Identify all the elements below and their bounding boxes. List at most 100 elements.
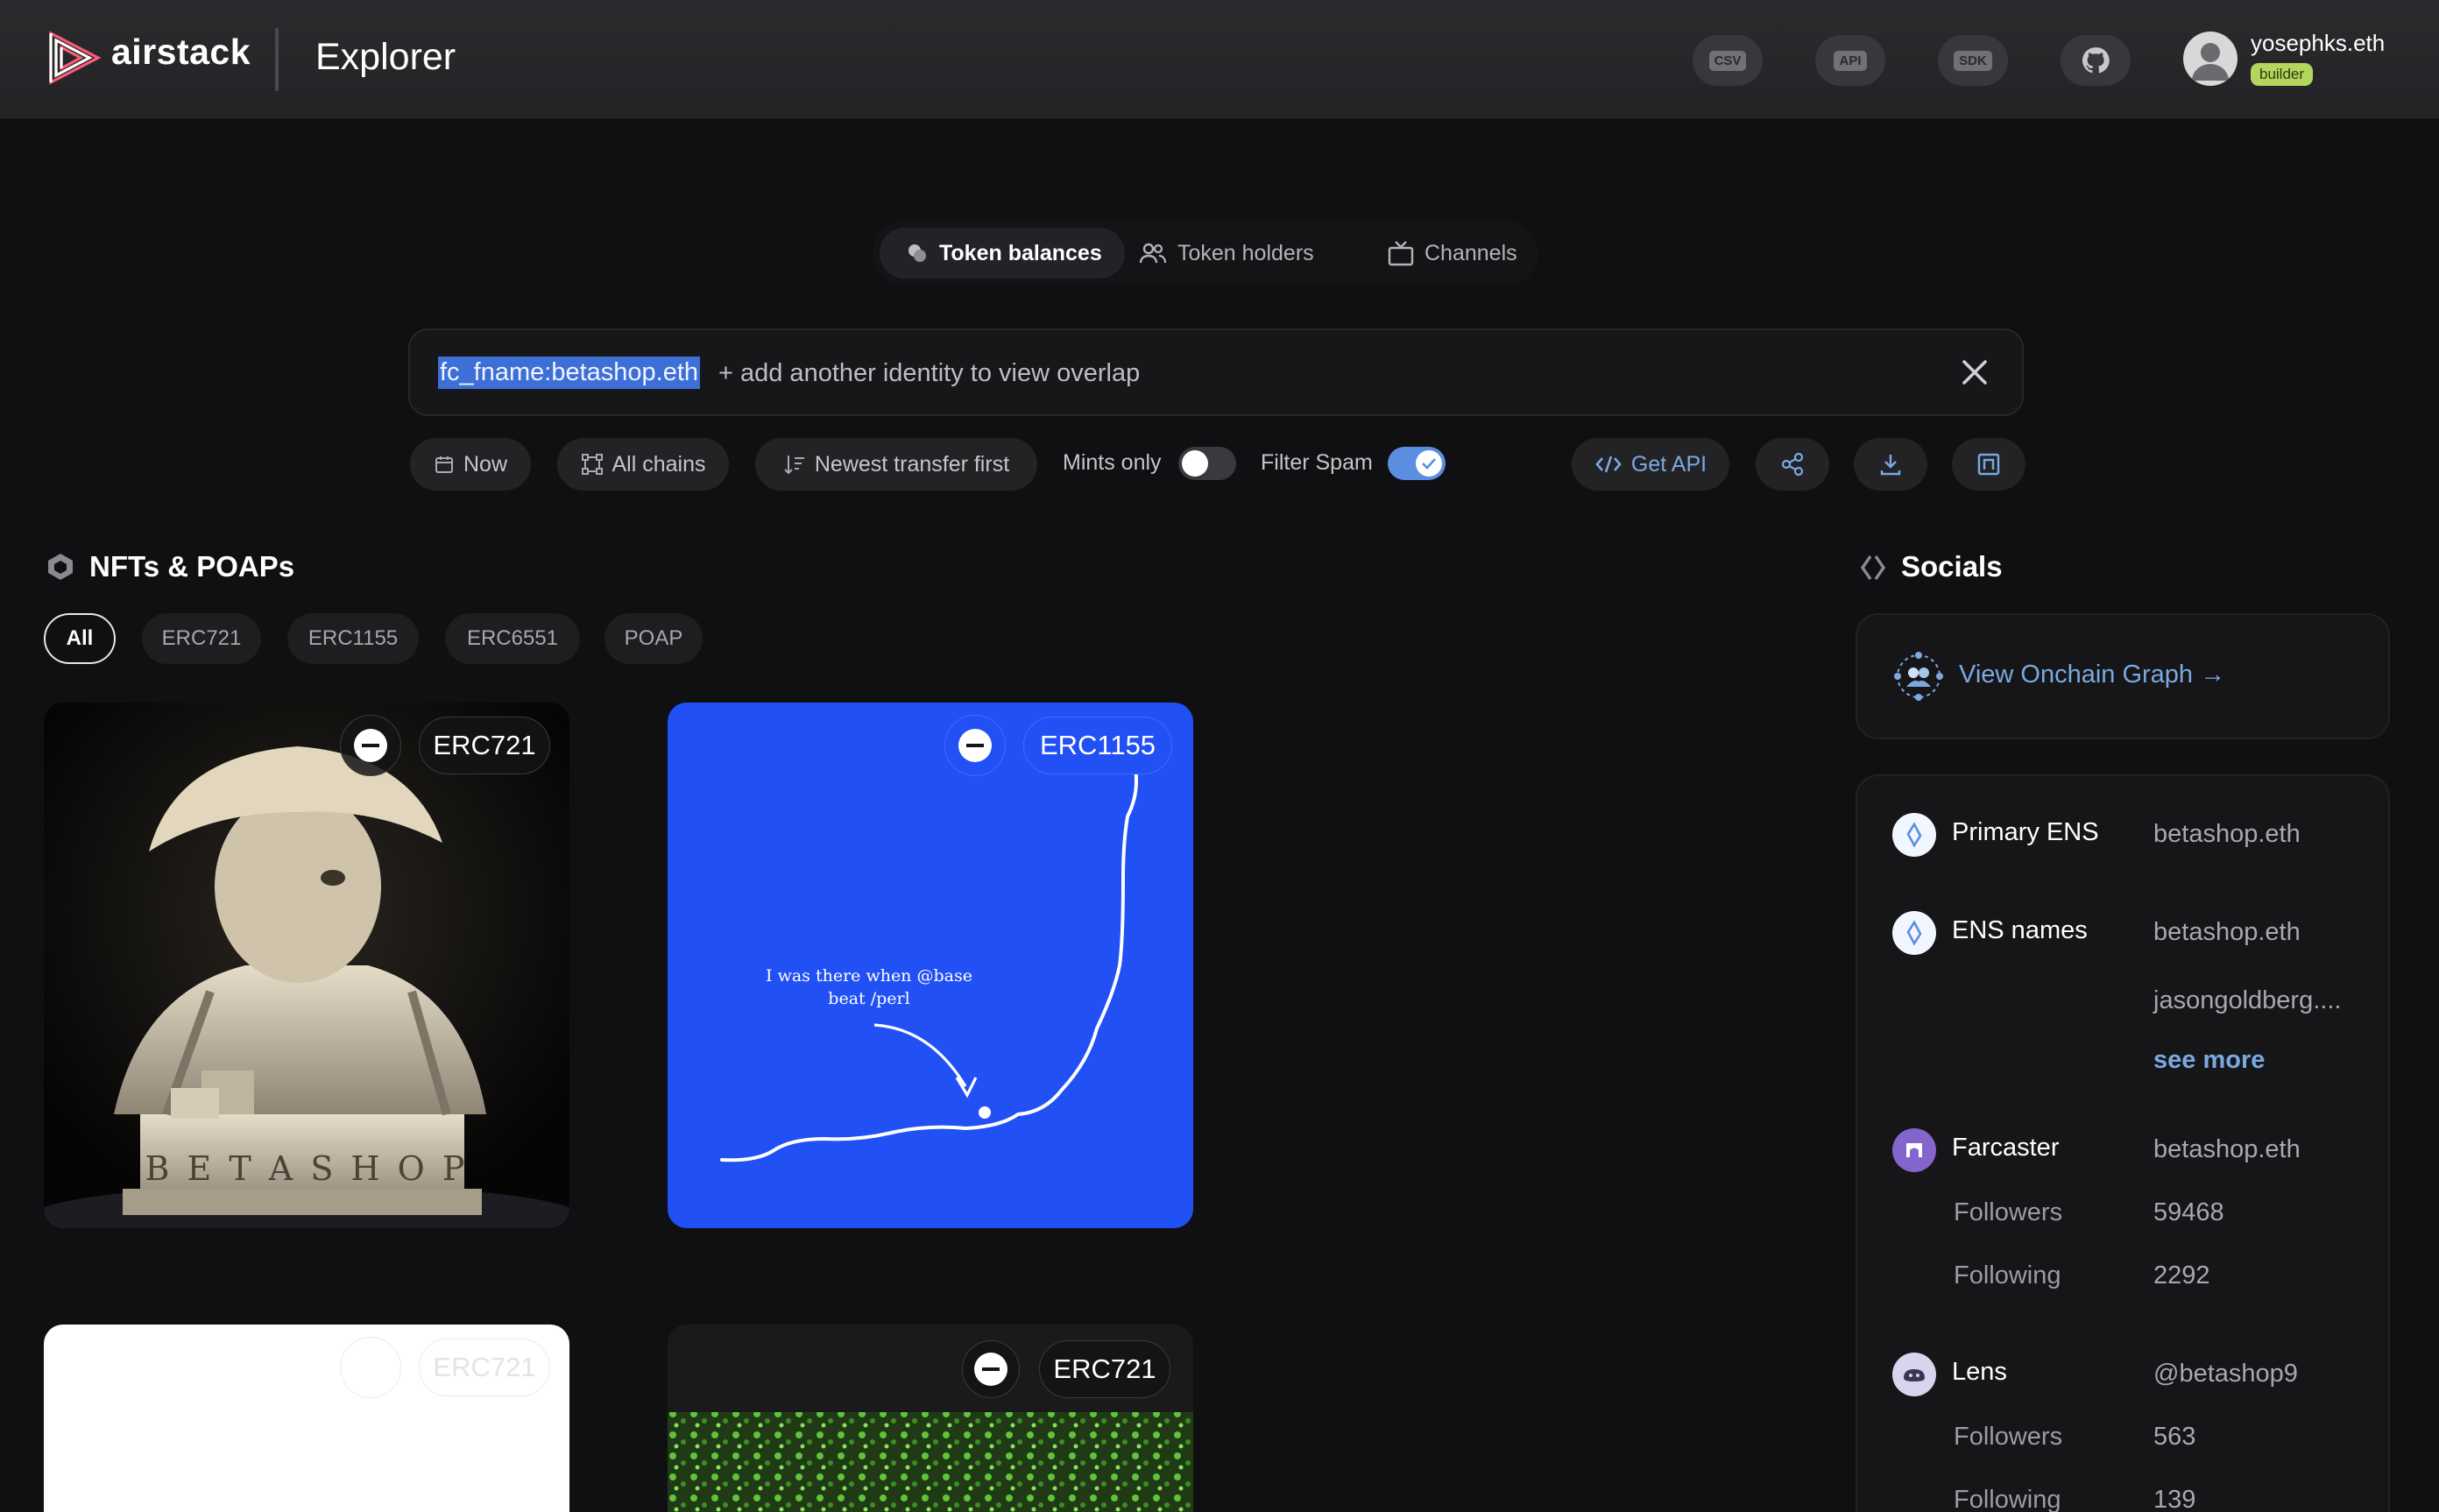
chains-filter-button[interactable]: All chains: [557, 438, 729, 491]
minus-icon: [958, 729, 992, 762]
selected-identity[interactable]: fc_fname:betashop.eth: [438, 357, 701, 389]
view-onchain-graph-link[interactable]: View Onchain Graph →: [1959, 661, 2225, 689]
tab-label: Token balances: [939, 240, 1102, 265]
user-avatar-icon: [2192, 43, 2229, 81]
close-icon[interactable]: [1957, 355, 1992, 390]
username[interactable]: yosephks.eth: [2251, 30, 2385, 57]
tab-label: Token holders: [1177, 240, 1314, 265]
sdk-button[interactable]: SDK: [1938, 35, 2008, 86]
image-text: I was there when @base: [766, 966, 972, 986]
time-filter-label: Now: [463, 451, 507, 477]
download-button[interactable]: [1854, 438, 1927, 491]
ens-names-label: ENS names: [1952, 916, 2088, 944]
nft-card[interactable]: ERC721: [668, 1325, 1193, 1512]
hide-nft-button[interactable]: [340, 1337, 401, 1398]
tab-token-holders[interactable]: Token holders: [1139, 228, 1314, 279]
minus-icon: [354, 729, 387, 762]
api-label: API: [1834, 50, 1867, 71]
farcaster-following-label: Following: [1954, 1261, 2061, 1289]
sdk-label: SDK: [1954, 50, 1992, 71]
csv-label: CSV: [1708, 50, 1747, 71]
primary-ens-value[interactable]: betashop.eth: [2153, 820, 2301, 849]
check-icon: [1422, 458, 1436, 470]
farcaster-value[interactable]: betashop.eth: [2153, 1135, 2301, 1164]
mints-only-label: Mints only: [1063, 450, 1162, 475]
farcaster-following-count[interactable]: 2292: [2153, 1261, 2210, 1290]
identity-search-bar[interactable]: fc_fname:betashop.eth + add another iden…: [408, 329, 2024, 416]
ens-icon: [1892, 911, 1936, 955]
sort-label: Newest transfer first: [814, 451, 1010, 477]
lens-followers-label: Followers: [1954, 1423, 2063, 1451]
ens-icon: [1892, 813, 1936, 857]
image-text: B E T A S H O P: [145, 1149, 469, 1188]
lens-following-count[interactable]: 139: [2153, 1486, 2195, 1512]
primary-ens-label: Primary ENS: [1952, 818, 2099, 846]
nfts-section-title: NFTs & POAPs: [89, 550, 295, 583]
lens-followers-count[interactable]: 563: [2153, 1423, 2195, 1452]
github-button[interactable]: [2061, 35, 2131, 86]
ens-name-item[interactable]: jasongoldberg....: [2153, 986, 2341, 1015]
frame-icon: [1977, 453, 2000, 476]
tab-channels[interactable]: Channels: [1388, 228, 1517, 279]
token-type-badge: ERC721: [1039, 1340, 1170, 1398]
time-filter-button[interactable]: Now: [410, 438, 531, 491]
mints-only-toggle[interactable]: [1178, 447, 1236, 480]
chip-all[interactable]: All: [44, 613, 116, 664]
api-button[interactable]: API: [1815, 35, 1885, 86]
header-divider: [275, 28, 279, 91]
token-type-badge: ERC721: [419, 1339, 550, 1396]
nft-card[interactable]: I was there when @base beat /perl ERC115…: [668, 703, 1193, 1228]
page-title: Explorer: [315, 36, 456, 78]
sort-button[interactable]: Newest transfer first: [755, 438, 1037, 491]
graph-icon: [1894, 652, 1943, 701]
share-icon: [1781, 452, 1804, 477]
lens-value[interactable]: @betashop9: [2153, 1360, 2298, 1388]
socials-icon: [1860, 555, 1886, 580]
farcaster-icon: [1892, 1128, 1936, 1172]
nft-image: B E T A S H O P: [44, 703, 569, 1228]
chip-erc6551[interactable]: ERC6551: [445, 613, 580, 664]
hide-nft-button[interactable]: [944, 715, 1006, 776]
github-icon: [2082, 47, 2110, 74]
chains-filter-label: All chains: [612, 451, 706, 477]
toggle-knob: [1182, 450, 1208, 477]
brand-name[interactable]: airstack: [111, 32, 251, 73]
nft-card[interactable]: ERC721: [44, 1325, 569, 1512]
hide-nft-button[interactable]: [962, 1340, 1020, 1398]
farcaster-followers-count[interactable]: 59468: [2153, 1198, 2224, 1227]
image-text: beat /perl: [828, 989, 909, 1008]
nft-card[interactable]: B E T A S H O P ERC721: [44, 703, 569, 1228]
csv-button[interactable]: CSV: [1693, 35, 1763, 86]
minus-icon: [974, 1353, 1007, 1386]
token-type-badge: ERC1155: [1023, 717, 1172, 774]
socials-details-card: Primary ENS betashop.eth ENS names betas…: [1856, 774, 2390, 1512]
farcaster-followers-label: Followers: [1954, 1198, 2063, 1226]
cube-icon: [48, 554, 73, 580]
chip-erc1155[interactable]: ERC1155: [287, 613, 419, 664]
hide-nft-button[interactable]: [340, 715, 401, 776]
search-input[interactable]: + add another identity to view overlap: [718, 359, 1140, 388]
airstack-logo-icon[interactable]: [47, 28, 102, 88]
get-api-button[interactable]: Get API: [1572, 438, 1729, 491]
filter-spam-label: Filter Spam: [1261, 450, 1373, 475]
code-icon: [1595, 456, 1622, 473]
chip-poap[interactable]: POAP: [604, 613, 703, 664]
users-icon: [1139, 243, 1167, 264]
user-avatar[interactable]: [2183, 32, 2238, 86]
calendar-icon: [435, 456, 453, 473]
filter-spam-toggle[interactable]: [1388, 447, 1446, 480]
token-type-badge: ERC721: [419, 717, 550, 774]
see-more-link[interactable]: see more: [2153, 1046, 2265, 1075]
lens-following-label: Following: [1954, 1486, 2061, 1512]
onchain-graph-card[interactable]: View Onchain Graph →: [1856, 613, 2390, 739]
ens-name-item[interactable]: betashop.eth: [2153, 918, 2301, 947]
share-button[interactable]: [1756, 438, 1829, 491]
download-icon: [1880, 455, 1901, 476]
embed-button[interactable]: [1952, 438, 2025, 491]
chip-erc721[interactable]: ERC721: [142, 613, 261, 664]
tab-label: Channels: [1425, 240, 1517, 265]
get-api-label: Get API: [1630, 451, 1707, 477]
lens-label: Lens: [1952, 1358, 2007, 1386]
tab-token-balances[interactable]: Token balances: [880, 228, 1125, 279]
view-tabs: Token balances Token holders Channels: [873, 221, 1538, 286]
